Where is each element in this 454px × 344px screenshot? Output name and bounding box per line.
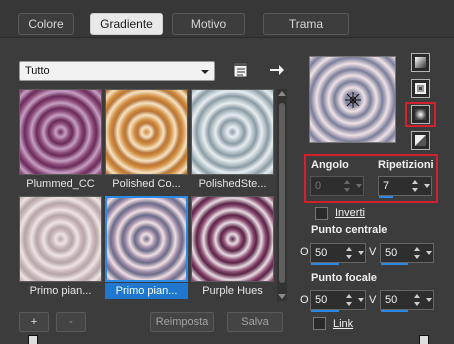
preset-thumbnail <box>105 89 188 175</box>
preset-caption: Plummed_CC <box>26 178 95 190</box>
chevron-down-icon[interactable] <box>424 184 430 188</box>
focal-x-value: 50 <box>315 294 328 306</box>
category-dropdown-value: Tutto <box>25 65 50 77</box>
preset-item[interactable]: Primo pian... <box>19 196 102 300</box>
focal-y-spinbox[interactable]: 50 <box>380 290 434 312</box>
scroll-down-icon[interactable] <box>278 294 286 299</box>
sunburst-gradient-button[interactable] <box>411 131 430 150</box>
repeats-label: Ripetizioni <box>378 159 434 171</box>
link-label: Link <box>333 318 354 330</box>
focal-y-slider-bar[interactable] <box>381 310 408 312</box>
spin-arrows-icon[interactable] <box>413 292 423 308</box>
repeats-slider-bar[interactable] <box>379 196 393 198</box>
chevron-down-icon[interactable] <box>356 184 362 188</box>
chevron-down-icon[interactable] <box>426 251 432 255</box>
add-preset-button[interactable]: + <box>19 312 49 332</box>
chevron-down-icon[interactable] <box>358 298 364 302</box>
remove-preset-button[interactable]: - <box>56 312 86 332</box>
invert-checkbox[interactable] <box>315 207 328 220</box>
preset-item[interactable]: Polished Co... <box>105 89 188 193</box>
focal-x-slider-bar[interactable] <box>311 310 339 312</box>
center-point-label: Punto centrale <box>311 224 388 236</box>
angle-label: Angolo <box>311 159 349 171</box>
center-x-value: 50 <box>315 247 328 259</box>
link-checkbox[interactable] <box>313 317 326 330</box>
corner-marker-icon <box>28 335 38 344</box>
angle-value: 0 <box>315 180 322 192</box>
focal-y-value: 50 <box>385 294 398 306</box>
preset-thumbnail <box>19 196 102 282</box>
preset-thumbnail <box>105 196 188 282</box>
reset-button[interactable]: Reimposta <box>150 312 214 332</box>
focal-y-label: V <box>369 294 377 306</box>
preset-caption: Purple Hues <box>202 285 263 297</box>
center-y-spinbox[interactable]: 50 <box>380 243 434 265</box>
tab-motivo[interactable]: Motivo <box>172 13 245 35</box>
center-x-label: O <box>300 246 309 258</box>
angle-spinbox[interactable]: 0 <box>310 176 364 196</box>
rectangular-gradient-button[interactable] <box>411 79 430 98</box>
category-dropdown[interactable]: Tutto <box>19 61 215 81</box>
preset-thumbnail <box>191 89 274 175</box>
preset-thumbnail <box>19 89 102 175</box>
tab-bar: Colore Gradiente Motivo Trama <box>0 0 454 38</box>
focal-x-spinbox[interactable]: 50 <box>310 290 366 312</box>
repeats-spinbox[interactable]: 7 <box>378 176 432 198</box>
tab-gradiente[interactable]: Gradiente <box>90 13 163 35</box>
preset-caption: PolishedSte... <box>198 178 267 190</box>
spin-arrows-icon[interactable] <box>343 178 353 194</box>
gradient-preview[interactable] <box>309 56 396 143</box>
tab-colore[interactable]: Colore <box>18 13 74 35</box>
preset-caption: Primo pian... <box>105 283 188 299</box>
invert-label: Inverti <box>335 207 365 219</box>
chevron-down-icon[interactable] <box>358 251 364 255</box>
preset-grid: Plummed_CC Polished Co... PolishedSte... Pr… <box>19 89 274 301</box>
spin-arrows-icon[interactable] <box>345 292 355 308</box>
gradient-panel: Tutto Plummed_CC Polished Co... PolishedSt… <box>0 39 454 344</box>
scroll-thumb[interactable] <box>279 103 285 283</box>
tab-trama[interactable]: Trama <box>263 13 349 35</box>
scroll-up-icon[interactable] <box>278 91 286 96</box>
preset-caption: Polished Co... <box>112 178 181 190</box>
radial-highlight-box <box>405 102 436 127</box>
gradient-center-crosshair-icon[interactable] <box>310 57 395 142</box>
center-x-spinbox[interactable]: 50 <box>310 243 366 265</box>
focal-point-label: Punto focale <box>311 272 378 284</box>
chevron-down-icon[interactable] <box>426 298 432 302</box>
preset-scrollbar[interactable] <box>277 89 287 301</box>
preset-item[interactable]: Primo pian... <box>105 196 188 300</box>
preset-item[interactable]: PolishedSte... <box>191 89 274 193</box>
spin-arrows-icon[interactable] <box>345 245 355 261</box>
linear-gradient-button[interactable] <box>411 53 430 72</box>
preset-item[interactable]: Purple Hues <box>191 196 274 300</box>
save-button[interactable]: Salva <box>227 312 283 332</box>
corner-marker-icon <box>419 335 429 344</box>
arrow-right-icon[interactable] <box>268 61 286 79</box>
center-x-slider-bar[interactable] <box>311 263 339 265</box>
spin-arrows-icon[interactable] <box>411 178 421 194</box>
center-y-slider-bar[interactable] <box>381 263 408 265</box>
preset-caption: Primo pian... <box>29 285 92 297</box>
library-icon[interactable] <box>232 61 250 79</box>
center-y-value: 50 <box>385 247 398 259</box>
center-y-label: V <box>369 246 377 258</box>
chevron-down-icon <box>201 70 209 74</box>
preset-item[interactable]: Plummed_CC <box>19 89 102 193</box>
focal-x-label: O <box>300 294 309 306</box>
preset-thumbnail <box>191 196 274 282</box>
spin-arrows-icon[interactable] <box>413 245 423 261</box>
repeats-value: 7 <box>383 180 390 192</box>
